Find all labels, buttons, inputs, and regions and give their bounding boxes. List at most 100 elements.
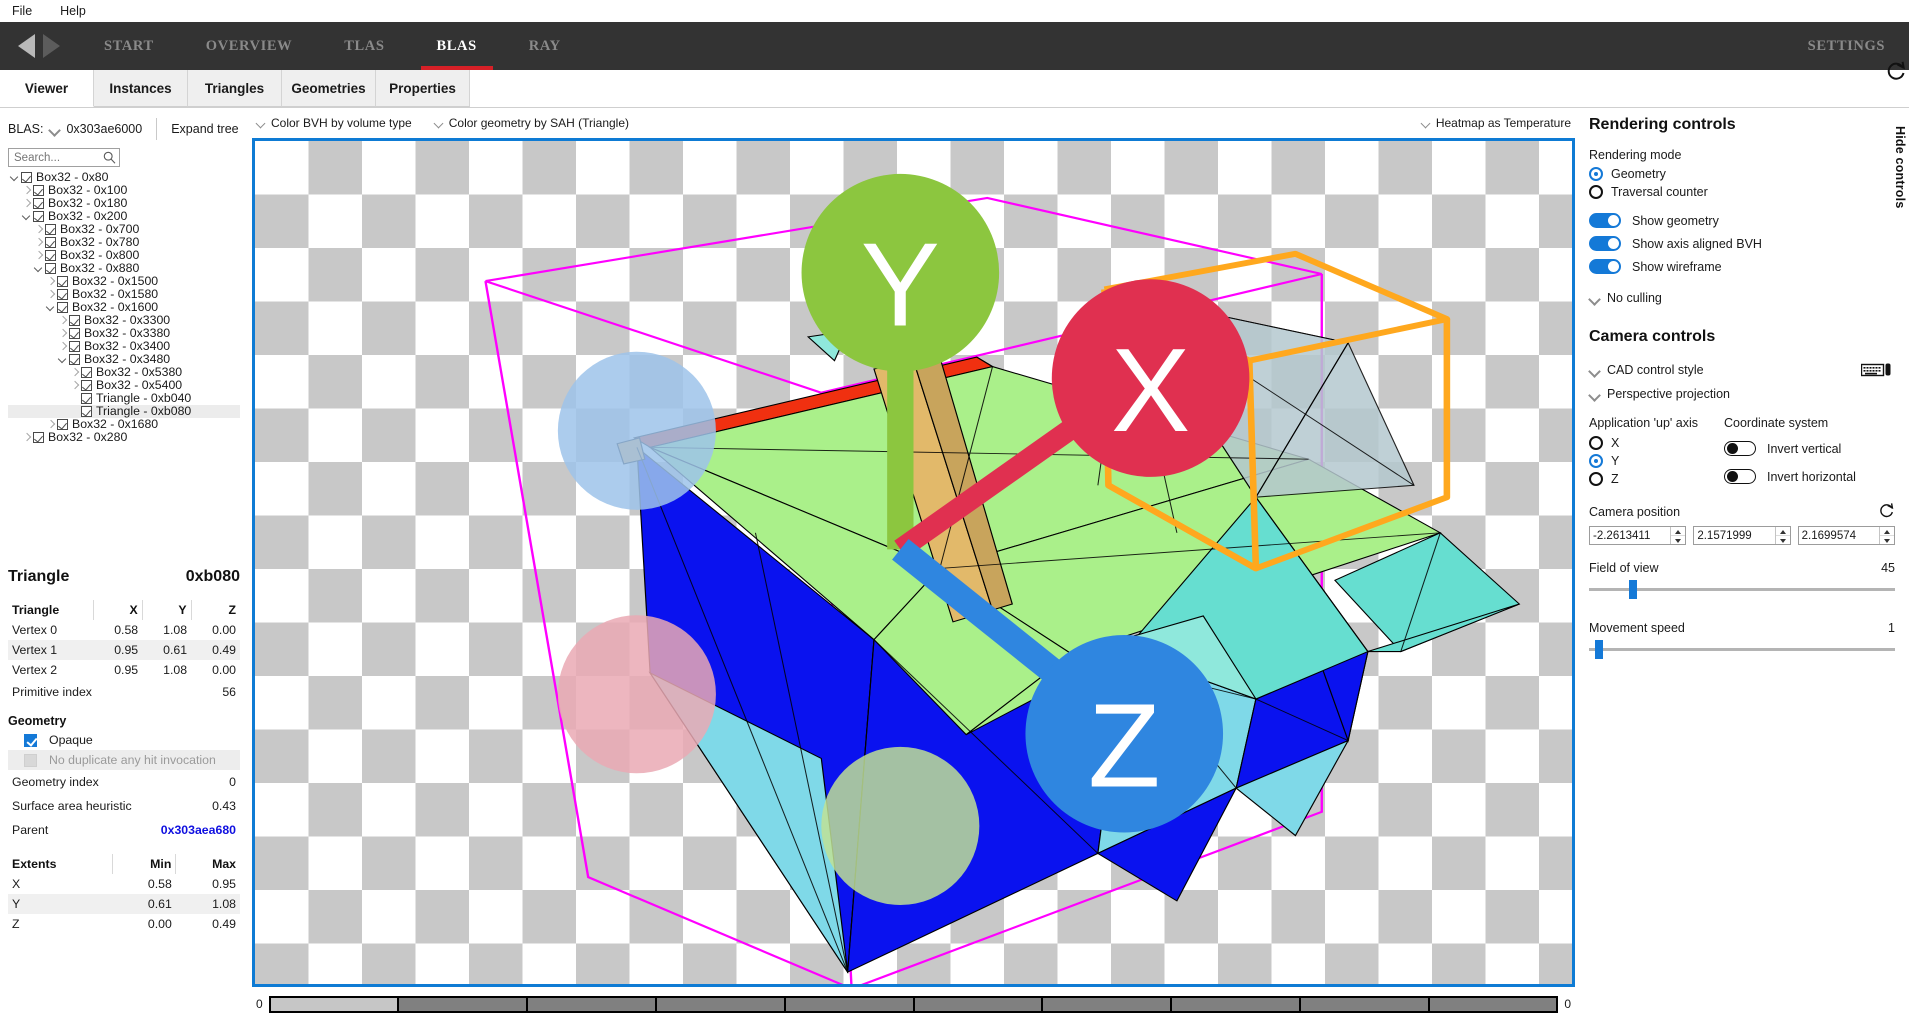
- search-input[interactable]: [12, 150, 100, 165]
- radio-up-axis-z[interactable]: Z: [1589, 470, 1724, 488]
- chevron-right-icon[interactable]: [56, 314, 69, 327]
- toggle-icon[interactable]: [1589, 236, 1621, 251]
- camera-position-z-field[interactable]: 2.1699574: [1797, 526, 1895, 545]
- radio-up-axis-x[interactable]: X: [1589, 434, 1724, 452]
- tab-properties[interactable]: Properties: [376, 70, 470, 107]
- chevron-right-icon[interactable]: [56, 327, 69, 340]
- bvh-3d-viewport[interactable]: Y X Z: [252, 138, 1575, 987]
- tree-node-checkbox[interactable]: [57, 276, 68, 287]
- chevron-down-icon[interactable]: [49, 124, 60, 135]
- chevron-right-icon[interactable]: [32, 236, 45, 249]
- tree-node-checkbox[interactable]: [69, 328, 80, 339]
- radio-icon[interactable]: [1589, 185, 1603, 199]
- spinner-down-icon[interactable]: [1879, 535, 1894, 544]
- chevron-right-icon[interactable]: [32, 223, 45, 236]
- chevron-right-icon[interactable]: [20, 184, 33, 197]
- chevron-right-icon[interactable]: [44, 288, 57, 301]
- spinner-arrows[interactable]: [1670, 527, 1686, 544]
- toggle-invert-vertical[interactable]: Invert vertical: [1724, 434, 1895, 460]
- color-geometry-dropdown[interactable]: Color geometry by SAH (Triangle): [434, 116, 629, 130]
- expand-tree-button[interactable]: Expand tree: [171, 122, 238, 136]
- radio-rendering-mode-geometry[interactable]: Geometry: [1589, 165, 1895, 183]
- cad-control-style-dropdown[interactable]: CAD control style: [1589, 358, 1861, 382]
- nav-tab-blas[interactable]: BLAS: [411, 22, 503, 70]
- toggle-show-wireframe[interactable]: Show wireframe: [1589, 255, 1895, 278]
- triangle-right-icon[interactable]: [43, 34, 60, 58]
- tree-node-checkbox[interactable]: [45, 224, 56, 235]
- spinner-down-icon[interactable]: [1775, 535, 1790, 544]
- tree-node-checkbox[interactable]: [33, 432, 44, 443]
- chevron-right-icon[interactable]: [56, 340, 69, 353]
- toggle-show-axis-aligned-bvh[interactable]: Show axis aligned BVH: [1589, 232, 1895, 255]
- tree-node-checkbox[interactable]: [81, 367, 92, 378]
- tree-node-checkbox[interactable]: [57, 289, 68, 300]
- tab-viewer[interactable]: Viewer: [0, 70, 94, 107]
- radio-icon[interactable]: [1589, 167, 1603, 181]
- chevron-down-icon[interactable]: [20, 210, 33, 223]
- tree-node-checkbox[interactable]: [33, 198, 44, 209]
- tree-node-checkbox[interactable]: [69, 315, 80, 326]
- heatmap-dropdown[interactable]: Heatmap as Temperature: [1421, 116, 1571, 130]
- nav-tab-ray[interactable]: RAY: [503, 22, 587, 70]
- chevron-right-icon[interactable]: [32, 249, 45, 262]
- tree-node[interactable]: Box32 - 0x280: [8, 431, 240, 444]
- triangle-left-icon[interactable]: [18, 34, 35, 58]
- opaque-row[interactable]: Opaque: [8, 730, 240, 750]
- culling-dropdown[interactable]: No culling: [1589, 286, 1895, 310]
- spinner-arrows[interactable]: [1878, 527, 1894, 544]
- toggle-show-geometry[interactable]: Show geometry: [1589, 209, 1895, 232]
- chevron-right-icon[interactable]: [20, 431, 33, 444]
- tree-node-checkbox[interactable]: [81, 380, 92, 391]
- movement-speed-slider[interactable]: [1589, 640, 1895, 659]
- tree-node-checkbox[interactable]: [69, 341, 80, 352]
- chevron-right-icon[interactable]: [20, 197, 33, 210]
- opaque-checkbox[interactable]: [24, 733, 37, 747]
- camera-position-x-field[interactable]: -2.2613411: [1589, 526, 1687, 545]
- toggle-icon[interactable]: [1724, 441, 1756, 456]
- tree-node-checkbox[interactable]: [45, 237, 56, 248]
- chevron-down-icon[interactable]: [44, 301, 57, 314]
- camera-reset-icon[interactable]: [1878, 502, 1895, 522]
- parent-link[interactable]: 0x303aea680: [161, 823, 236, 837]
- radio-icon[interactable]: [1589, 436, 1603, 450]
- fov-slider[interactable]: [1589, 580, 1895, 599]
- radio-icon[interactable]: [1589, 472, 1603, 486]
- refresh-icon[interactable]: [1885, 60, 1907, 85]
- tree-node-checkbox[interactable]: [45, 250, 56, 261]
- chevron-right-icon[interactable]: [68, 366, 81, 379]
- tree-node-checkbox[interactable]: [69, 354, 80, 365]
- movement-speed-slider-thumb[interactable]: [1595, 640, 1604, 659]
- color-bvh-dropdown[interactable]: Color BVH by volume type: [256, 116, 412, 130]
- tree-node-checkbox[interactable]: [57, 419, 68, 430]
- tab-instances[interactable]: Instances: [94, 70, 188, 107]
- chevron-down-icon[interactable]: [56, 353, 69, 366]
- tree-node-checkbox[interactable]: [33, 211, 44, 222]
- keyboard-mouse-icon[interactable]: [1860, 362, 1891, 380]
- chevron-down-icon[interactable]: [8, 171, 21, 184]
- radio-rendering-mode-traversal-counter[interactable]: Traversal counter: [1589, 183, 1895, 201]
- fov-slider-thumb[interactable]: [1628, 580, 1637, 599]
- toggle-icon[interactable]: [1724, 469, 1756, 484]
- tree-node-checkbox[interactable]: [81, 393, 92, 404]
- chevron-right-icon[interactable]: [44, 275, 57, 288]
- nav-tab-overview[interactable]: OVERVIEW: [180, 22, 318, 70]
- radio-up-axis-y[interactable]: Y: [1589, 452, 1724, 470]
- spinner-up-icon[interactable]: [1671, 527, 1685, 535]
- chevron-right-icon[interactable]: [44, 418, 57, 431]
- search-icon[interactable]: [103, 151, 116, 167]
- tab-geometries[interactable]: Geometries: [282, 70, 376, 107]
- tab-triangles[interactable]: Triangles: [188, 70, 282, 107]
- tree-node-checkbox[interactable]: [81, 406, 92, 417]
- spinner-up-icon[interactable]: [1880, 527, 1894, 535]
- tree-node-checkbox[interactable]: [45, 263, 56, 274]
- bvh-tree[interactable]: Box32 - 0x80 Box32 - 0x100 Box32 - 0x180 Bo…: [8, 171, 240, 444]
- menu-item-help[interactable]: Help: [54, 2, 92, 20]
- tree-node-checkbox[interactable]: [21, 172, 32, 183]
- tree-node-checkbox[interactable]: [57, 302, 68, 313]
- radio-icon[interactable]: [1589, 454, 1603, 468]
- toggle-icon[interactable]: [1589, 213, 1621, 228]
- toggle-invert-horizontal[interactable]: Invert horizontal: [1724, 460, 1895, 488]
- menu-item-file[interactable]: File: [6, 2, 38, 20]
- hide-controls-button[interactable]: Hide controls: [1893, 126, 1907, 208]
- search-box[interactable]: [8, 148, 120, 167]
